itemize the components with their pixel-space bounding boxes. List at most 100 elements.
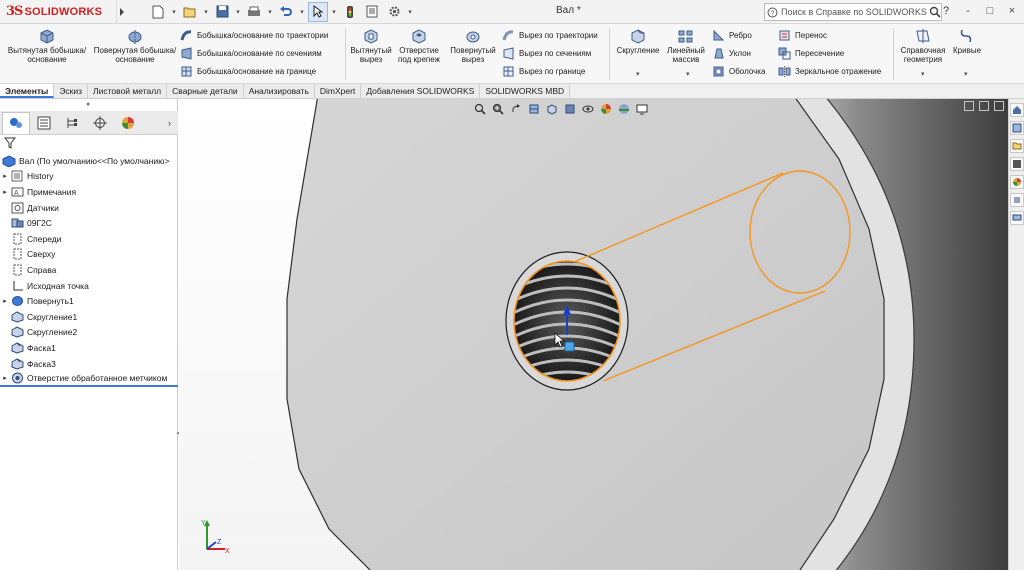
viewport-restore-button[interactable] — [979, 101, 989, 111]
hide-show-items-button[interactable] — [581, 102, 594, 115]
tab-sheet-metal[interactable]: Листовой металл — [88, 84, 168, 98]
tab-sketch[interactable]: Эскиз — [54, 84, 89, 98]
viewport-minimize-button[interactable] — [964, 101, 974, 111]
print-dropdown[interactable]: ▾ — [266, 2, 274, 22]
display-style-button[interactable] — [563, 102, 576, 115]
close-button[interactable]: × — [1004, 2, 1020, 20]
open-dropdown[interactable]: ▾ — [202, 2, 210, 22]
boundary-boss-button[interactable]: Бобышка/основание на границе — [180, 64, 328, 79]
boundary-cut-button[interactable]: Вырез по границе — [502, 64, 598, 79]
open-button[interactable] — [180, 2, 200, 22]
part-model[interactable] — [179, 99, 1008, 570]
tree-item[interactable]: Фаска3 — [0, 356, 178, 372]
view-settings-button[interactable] — [635, 102, 648, 115]
view-palette-tab[interactable] — [1010, 157, 1024, 171]
tree-item[interactable]: Скругление1 — [0, 309, 178, 325]
solidworks-resources-tab[interactable] — [1010, 103, 1024, 117]
select-dropdown[interactable]: ▾ — [330, 2, 338, 22]
options-button[interactable] — [384, 2, 404, 22]
fillet-button[interactable]: Скругление — [614, 28, 662, 55]
curves-dropdown[interactable]: ▾ — [964, 70, 968, 78]
select-button[interactable] — [308, 1, 328, 22]
dimxpert-manager-tab[interactable] — [86, 112, 114, 134]
lofted-cut-button[interactable]: Вырез по сечениям — [502, 46, 598, 61]
print-button[interactable] — [244, 2, 264, 22]
undo-dropdown[interactable]: ▾ — [298, 2, 306, 22]
tree-item[interactable]: Справа — [0, 262, 178, 278]
appearances-tab[interactable] — [1010, 175, 1024, 189]
tab-features[interactable]: Элементы — [0, 84, 55, 98]
swept-cut-button[interactable]: Вырез по траектории — [502, 28, 598, 43]
tree-item[interactable]: Спереди — [0, 231, 178, 247]
zoom-area-button[interactable] — [491, 102, 504, 115]
revolved-boss-button[interactable]: Повернутая бобышка/основание — [92, 28, 178, 64]
help-search-placeholder[interactable]: Поиск в Справке по SOLIDWORKS — [778, 7, 929, 17]
curves-button[interactable]: Кривые — [950, 28, 984, 55]
tree-item[interactable]: Скругление2 — [0, 325, 178, 341]
minimize-button[interactable]: - — [960, 2, 976, 20]
view-orientation-button[interactable] — [545, 102, 558, 115]
graphics-area[interactable]: Y X Z — [179, 99, 1008, 570]
revolved-cut-button[interactable]: Повернутый вырез — [448, 28, 498, 64]
panel-tabs-scroll-arrow[interactable]: › — [168, 118, 178, 128]
rib-button[interactable]: Ребро — [712, 28, 765, 43]
hole-wizard-button[interactable]: Отверстие под крепеж — [394, 28, 444, 64]
expand-arrow-icon[interactable]: ▸ — [0, 188, 10, 196]
section-view-button[interactable] — [527, 102, 540, 115]
apply-scene-button[interactable] — [617, 102, 630, 115]
property-manager-tab[interactable] — [30, 112, 58, 134]
extruded-cut-button[interactable]: Вытянутый вырез — [350, 28, 392, 64]
tab-evaluate[interactable]: Анализировать — [243, 84, 315, 98]
help-menu-button[interactable]: ? — [938, 2, 954, 20]
tree-item[interactable]: Фаска1 — [0, 340, 178, 356]
tree-item[interactable]: ▸ History — [0, 169, 178, 185]
draft-button[interactable]: Уклон — [712, 46, 765, 61]
tree-item[interactable]: 09Г2С — [0, 215, 178, 231]
undo-button[interactable] — [276, 2, 296, 22]
previous-view-button[interactable] — [509, 102, 522, 115]
tab-dimxpert[interactable]: DimXpert — [314, 84, 362, 98]
feature-manager-tab[interactable] — [2, 111, 30, 134]
tree-item[interactable]: Датчики — [0, 200, 178, 216]
display-manager-tab[interactable] — [114, 112, 142, 134]
design-library-tab[interactable] — [1010, 121, 1024, 135]
shell-button[interactable]: Оболочка — [712, 64, 765, 79]
tab-mbd[interactable]: SOLIDWORKS MBD — [480, 84, 571, 98]
tree-item[interactable]: ▸ A Примечания — [0, 184, 178, 200]
expand-arrow-icon[interactable]: ▸ — [0, 374, 10, 382]
solidworks-logo[interactable]: 3S SOLIDWORKS — [0, 0, 112, 24]
edit-appearance-button[interactable] — [599, 102, 612, 115]
options-dropdown[interactable]: ▾ — [406, 2, 414, 22]
mirror-button[interactable]: Зеркальное отражение — [778, 64, 881, 79]
custom-properties-tab[interactable] — [1010, 193, 1024, 207]
tab-addins[interactable]: Добавления SOLIDWORKS — [361, 84, 481, 98]
tree-item[interactable]: Сверху — [0, 247, 178, 263]
file-properties-button[interactable] — [362, 2, 382, 22]
intersect-button[interactable]: Пересечение — [778, 46, 881, 61]
lofted-boss-button[interactable]: Бобышка/основание по сечениям — [180, 46, 328, 61]
save-button[interactable] — [212, 2, 232, 22]
tree-root[interactable]: Вал (По умолчанию<<По умолчанию> — [0, 153, 178, 169]
linear-pattern-button[interactable]: Линейный массив — [664, 28, 708, 64]
reference-geometry-dropdown[interactable]: ▾ — [921, 70, 925, 78]
extruded-boss-button[interactable]: Вытянутая бобышка/основание — [6, 28, 88, 64]
tree-item[interactable]: ▸ Отверстие обработанное метчиком — [0, 371, 178, 387]
solidworks-forum-tab[interactable] — [1010, 211, 1024, 225]
rebuild-button[interactable] — [340, 2, 360, 22]
viewport-close-button[interactable] — [994, 101, 1004, 111]
configuration-manager-tab[interactable] — [58, 112, 86, 134]
tab-weldments[interactable]: Сварные детали — [167, 84, 244, 98]
save-dropdown[interactable]: ▾ — [234, 2, 242, 22]
maximize-button[interactable]: □ — [982, 2, 998, 20]
expand-arrow-icon[interactable]: ▸ — [0, 297, 10, 305]
new-dropdown[interactable]: ▾ — [170, 2, 178, 22]
linear-pattern-dropdown[interactable]: ▾ — [686, 70, 690, 78]
panel-collapse-handle[interactable]: ● — [86, 101, 90, 108]
new-document-button[interactable] — [148, 2, 168, 22]
fillet-dropdown[interactable]: ▾ — [636, 70, 640, 78]
tree-item[interactable]: Исходная точка — [0, 278, 178, 294]
file-explorer-tab[interactable] — [1010, 139, 1024, 153]
reference-geometry-button[interactable]: Справочная геометрия — [898, 28, 948, 64]
tree-filter[interactable] — [3, 137, 17, 151]
expand-arrow-icon[interactable]: ▸ — [0, 172, 10, 180]
